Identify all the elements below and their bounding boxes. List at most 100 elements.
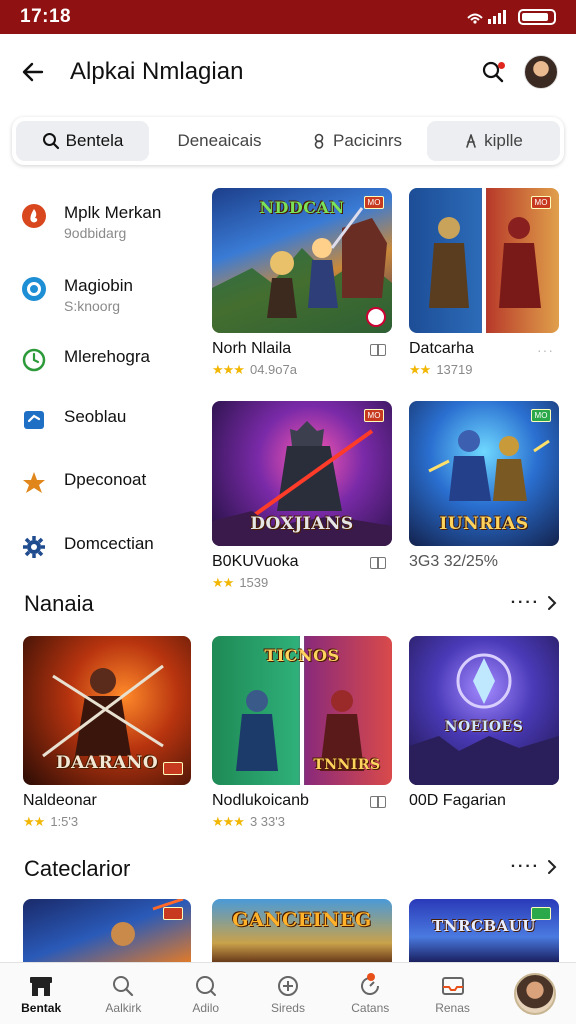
game-title: Naldeonar: [23, 792, 97, 809]
nav-label: Sireds: [270, 1000, 305, 1015]
rating-value: 3 33'3: [249, 814, 285, 829]
star-burst-icon: [20, 469, 48, 497]
tab-0[interactable]: Bentela: [16, 121, 149, 161]
game-thumbnail: DOXJIANS MO: [212, 401, 392, 546]
thumbnail-caption: NOEIOES: [444, 719, 524, 735]
more-dots-icon[interactable]: ···: [537, 342, 554, 358]
tab-label: kiplle: [484, 131, 523, 150]
game-thumbnail: DAARANO: [23, 636, 191, 785]
rating-stars: ★★: [23, 814, 45, 829]
notification-dot: [498, 62, 505, 69]
category-sublabel: 9odbidarg: [64, 225, 127, 241]
game-thumbnail: IUNRIAS MO: [409, 401, 559, 546]
game-card[interactable]: DOXJIANS MO B0KUVuoka ★★ 1539: [212, 401, 392, 601]
badge: [531, 907, 551, 920]
thumbnail-caption: IUNRIAS: [439, 514, 529, 534]
category-label: Mplk Merkan: [64, 203, 162, 222]
game-thumbnail: MO: [409, 188, 559, 333]
thumbnail-caption: DOXJIANS: [250, 514, 354, 534]
badge: MO: [364, 196, 384, 209]
category-item[interactable]: Mplk Merkan 9odbidarg: [20, 202, 200, 242]
thumbnail-caption-secondary: TNNIRS: [313, 757, 381, 773]
signal-icon: [467, 10, 506, 24]
back-button[interactable]: [18, 57, 48, 87]
more-dots-icon: ····: [510, 594, 540, 611]
status-icons: [466, 9, 556, 25]
refresh-icon: [314, 133, 324, 149]
game-card[interactable]: [23, 899, 191, 962]
game-thumbnail: [23, 899, 191, 962]
game-card[interactable]: TNRCBAUU: [409, 899, 559, 962]
category-item[interactable]: Domcectian: [20, 533, 200, 561]
clock-icon: [20, 346, 48, 374]
header-search-button[interactable]: [476, 55, 510, 89]
tab-1[interactable]: Deneaicais: [153, 121, 286, 161]
tab-label: Bentela: [65, 131, 124, 150]
search-icon: [110, 973, 136, 999]
game-card[interactable]: GANCEINEG: [212, 899, 392, 962]
game-thumbnail: NDDCAN MO: [212, 188, 392, 333]
book-icon[interactable]: [370, 344, 386, 356]
category-label: Dpeconoat: [64, 470, 147, 489]
nav-item-store[interactable]: Bentak: [0, 963, 82, 1024]
game-meta: ★★★ 3 33'3: [212, 814, 285, 830]
status-bar: 17:18: [0, 0, 576, 34]
rating-value: 1539: [239, 575, 269, 590]
search-icon: [193, 973, 219, 999]
game-meta: ★★ 13719: [409, 362, 472, 378]
book-icon[interactable]: [370, 796, 386, 808]
game-card[interactable]: MO Datcarha ★★ 13719 ···: [409, 188, 559, 388]
game-thumbnail: GANCEINEG: [212, 899, 392, 962]
game-meta: ★★ 1:5'3: [23, 814, 78, 830]
tab-2[interactable]: Pacicinrs: [290, 121, 423, 161]
thumbnail-caption: TICNOS: [264, 646, 340, 665]
chevron-right-icon: [548, 860, 557, 874]
nav-item-search[interactable]: Aalkirk: [82, 963, 164, 1024]
tab-label: Pacicinrs: [333, 131, 402, 150]
section-more-button[interactable]: ····: [511, 594, 558, 612]
game-thumbnail: TNRCBAUU: [409, 899, 559, 962]
nav-label: Aalkirk: [105, 1000, 142, 1015]
nav-item-add[interactable]: Sireds: [247, 963, 329, 1024]
battery-icon: [518, 9, 556, 25]
flag-icon: [20, 406, 48, 434]
game-card[interactable]: IUNRIAS MO 3G3 32/25%: [409, 401, 559, 601]
bottom-nav: Bentak Aalkirk Adilo Sireds Catans Renas: [0, 962, 576, 1024]
nav-item-explore[interactable]: Adilo: [165, 963, 247, 1024]
nav-label: Adilo: [192, 1000, 220, 1015]
category-label: Mlerehogra: [64, 347, 150, 366]
arrow-left-icon: [22, 62, 44, 82]
nav-item-inbox[interactable]: Renas: [411, 963, 493, 1024]
game-title: 00D Fagarian: [409, 792, 506, 809]
rating-stars: ★★★: [212, 814, 245, 829]
game-title: Nodlukoicanb: [212, 792, 309, 809]
game-card[interactable]: TICNOS TNNIRS Nodlukoicanb ★★★ 3 33'3: [212, 636, 392, 836]
category-item[interactable]: Magiobin S:knoorg: [20, 275, 200, 315]
book-icon[interactable]: [370, 557, 386, 569]
game-meta: ★★★ 04.9o7a: [212, 362, 297, 378]
nav-item-updates[interactable]: Catans: [329, 963, 411, 1024]
store-icon: [28, 973, 54, 999]
game-card[interactable]: NDDCAN MO Norh Nlaila ★★★ 04.9o7a: [212, 188, 392, 388]
flame-icon: [20, 202, 48, 230]
category-item[interactable]: Seoblau: [20, 406, 200, 434]
chevron-right-icon: [548, 596, 557, 610]
profile-avatar: [513, 972, 556, 1015]
section-title: Nanaia: [24, 591, 94, 616]
game-title: B0KUVuoka: [212, 553, 299, 570]
category-item[interactable]: Mlerehogra: [20, 346, 200, 374]
section-more-button[interactable]: ····: [511, 858, 558, 876]
game-card[interactable]: NOEIOES 00D Fagarian: [409, 636, 559, 836]
game-meta: ★★ 1539: [212, 575, 268, 591]
category-item[interactable]: Dpeconoat: [20, 469, 200, 497]
more-dots-icon: ····: [510, 858, 540, 875]
nav-item-profile[interactable]: [494, 963, 576, 1024]
corner-badge-icon: [366, 307, 386, 327]
rating-stars: ★★: [212, 575, 234, 590]
game-card[interactable]: DAARANO Naldeonar ★★ 1:5'3: [23, 636, 191, 836]
tab-3[interactable]: kiplle: [427, 121, 560, 161]
category-label: Seoblau: [64, 407, 127, 426]
game-title: 3G3 32/25%: [409, 553, 498, 570]
profile-avatar[interactable]: [524, 55, 558, 89]
app-header: Alpkai Nmlagian: [0, 34, 576, 110]
